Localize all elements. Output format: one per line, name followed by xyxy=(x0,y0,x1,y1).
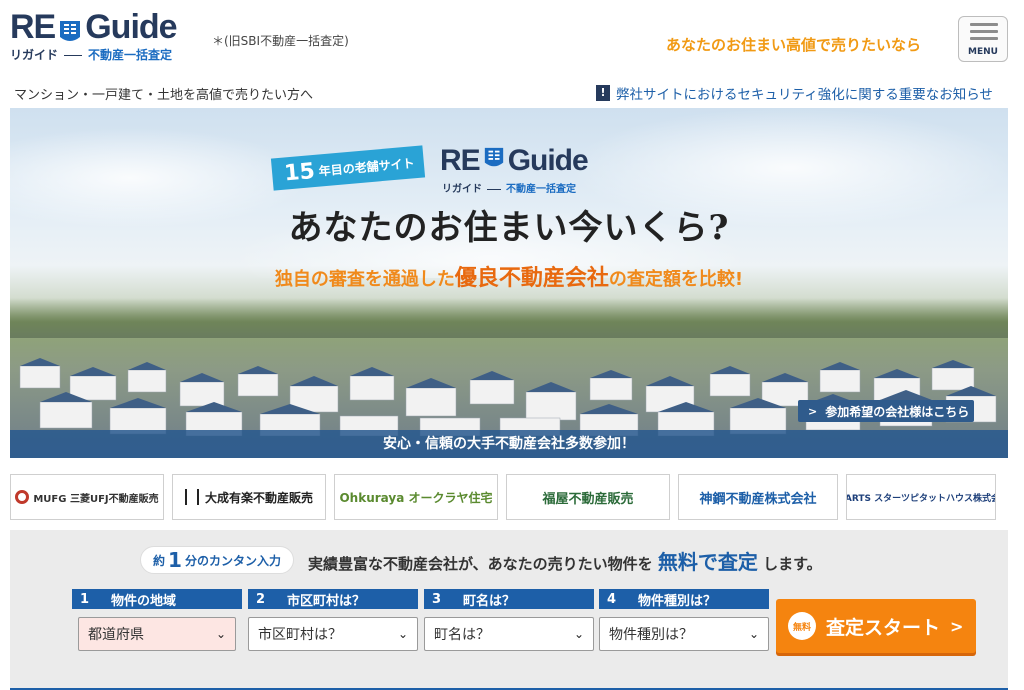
hero-subline-em: 優良不動産会社 xyxy=(454,266,609,291)
mufg-icon xyxy=(15,490,30,504)
form-lead: 約 1 分のカンタン入力 実績豊富な不動産会社が、あなたの売りたい物件を 無料で… xyxy=(140,546,822,574)
step-4-header: 4 物件種別は？ xyxy=(599,589,769,609)
sub-header-lead: マンション・一戸建て・土地を高値で売りたい方へ xyxy=(14,88,314,103)
partner-logo-ohkuraya: Ohkuraya オークラヤ住宅 xyxy=(334,474,498,520)
security-notice-text: 弊社サイトにおけるセキュリティ強化に関する重要なお知らせ xyxy=(616,87,993,103)
hero-headline: あなたのお住まい今いくら? xyxy=(288,208,730,248)
hero-bottom-banner: 安心・信頼の大手不動産会社多数参加！ xyxy=(10,430,1008,458)
partner-logo-starts: STARTS スターツピタットハウス株式会社 xyxy=(846,474,996,520)
step-1-header: 1 物件の地域 xyxy=(72,589,242,609)
sub-header: マンション・一戸建て・土地を高値で売りたい方へ ! 弊社サイトにおけるセキュリテ… xyxy=(0,78,1024,108)
logo-text-left: RE xyxy=(10,8,56,46)
property-type-select[interactable]: 物件種別は？ ⌄ xyxy=(599,617,769,651)
chevron-right-icon: > xyxy=(950,616,964,636)
partner-logos: MUFG 三菱UFJ不動産販売 大成有楽不動産販売 Ohkuraya オークラヤ… xyxy=(10,474,1014,522)
start-assessment-button[interactable]: 無料 査定スタート > xyxy=(776,599,976,653)
step-property-type: 4 物件種別は？ 物件種別は？ ⌄ xyxy=(599,589,769,659)
step-city: 2 市区町村は？ 市区町村は？ ⌄ xyxy=(248,589,418,659)
exclamation-icon: ! xyxy=(596,85,610,101)
partner-logo-fukuya: 福屋不動産販売 xyxy=(506,474,670,520)
hamburger-icon xyxy=(970,23,998,44)
assessment-form: 約 1 分のカンタン入力 実績豊富な不動産会社が、あなたの売りたい物件を 無料で… xyxy=(10,530,1008,690)
partner-logo-shinko: 神鋼不動産株式会社 xyxy=(678,474,838,520)
site-logo[interactable]: RE Guide リガイド 不動産一括査定 xyxy=(10,8,200,62)
badge-number: 15 xyxy=(283,158,316,187)
time-pill: 約 1 分のカンタン入力 xyxy=(140,546,294,574)
partner-logo-mufg: MUFG 三菱UFJ不動産販売 xyxy=(10,474,164,520)
chevron-down-icon: ⌄ xyxy=(573,627,584,641)
menu-button[interactable]: MENU xyxy=(958,16,1008,62)
book-icon xyxy=(483,144,505,178)
step-prefecture: 1 物件の地域 都道府県 ⌄ xyxy=(72,589,242,659)
step-3-header: 3 町名は？ xyxy=(424,589,594,609)
chevron-down-icon: ⌄ xyxy=(215,627,226,641)
hero-logo-wordmark: RE Guide xyxy=(440,144,620,178)
hero-logo-subtitle: リガイド 不動産一括査定 xyxy=(442,180,576,195)
header-tagline: あなたのお住まい高値で売りたいなら xyxy=(666,36,922,54)
free-badge: 無料 xyxy=(788,612,816,640)
hero-logo-service: 不動産一括査定 xyxy=(506,184,576,195)
logo-text-right: Guide xyxy=(85,8,177,46)
taisei-icon xyxy=(184,489,199,505)
hero-subline-pre: 独自の審査を通過した xyxy=(274,269,455,290)
step-town: 3 町名は？ 町名は？ ⌄ xyxy=(424,589,594,659)
chevron-down-icon: ⌄ xyxy=(748,627,759,641)
start-assessment-label: 査定スタート xyxy=(826,616,941,639)
menu-label: MENU xyxy=(968,47,998,57)
badge-text: 年目の老舗サイト xyxy=(318,155,416,179)
hero-logo-text-right: Guide xyxy=(507,144,589,177)
hero-logo-reading: リガイド xyxy=(442,184,482,195)
site-header: RE Guide リガイド 不動産一括査定 ＊(旧SBI不動産一括査定) あなたの… xyxy=(0,0,1024,78)
prefecture-select[interactable]: 都道府県 ⌄ xyxy=(78,617,236,651)
chevron-down-icon: ⌄ xyxy=(397,627,408,641)
hero-banner: 15 年目の老舗サイト RE Guide リガイド 不動産一括査定 あなたのお住ま… xyxy=(10,108,1008,458)
chevron-right-icon: > xyxy=(808,404,818,418)
security-notice-link[interactable]: ! 弊社サイトにおけるセキュリティ強化に関する重要なお知らせ xyxy=(596,83,993,103)
form-lead-text: 実績豊富な不動産会社が、あなたの売りたい物件を 無料で査定 します。 xyxy=(307,549,822,574)
join-company-button[interactable]: > 参加希望の会社様はこちら xyxy=(798,400,974,422)
join-company-label: 参加希望の会社様はこちら xyxy=(825,404,970,419)
city-select[interactable]: 市区町村は？ ⌄ xyxy=(248,617,418,651)
logo-subtitle: リガイド 不動産一括査定 xyxy=(10,46,172,63)
partner-logo-taisei: 大成有楽不動産販売 xyxy=(172,474,326,520)
logo-reading: リガイド xyxy=(10,48,59,62)
hero-subline-post: の査定額を比較! xyxy=(608,269,744,290)
book-icon xyxy=(58,15,82,41)
logo-service: 不動産一括査定 xyxy=(88,48,173,62)
hero-subline: 独自の審査を通過した優良不動産会社の査定額を比較! xyxy=(10,260,1008,292)
step-2-header: 2 市区町村は？ xyxy=(248,589,418,609)
town-select[interactable]: 町名は？ ⌄ xyxy=(424,617,594,651)
hero-logo-text-left: RE xyxy=(440,144,481,177)
hero-logo: RE Guide リガイド 不動産一括査定 xyxy=(440,144,620,195)
former-name: ＊(旧SBI不動産一括査定) xyxy=(212,34,349,48)
logo-wordmark: RE Guide xyxy=(10,8,178,47)
